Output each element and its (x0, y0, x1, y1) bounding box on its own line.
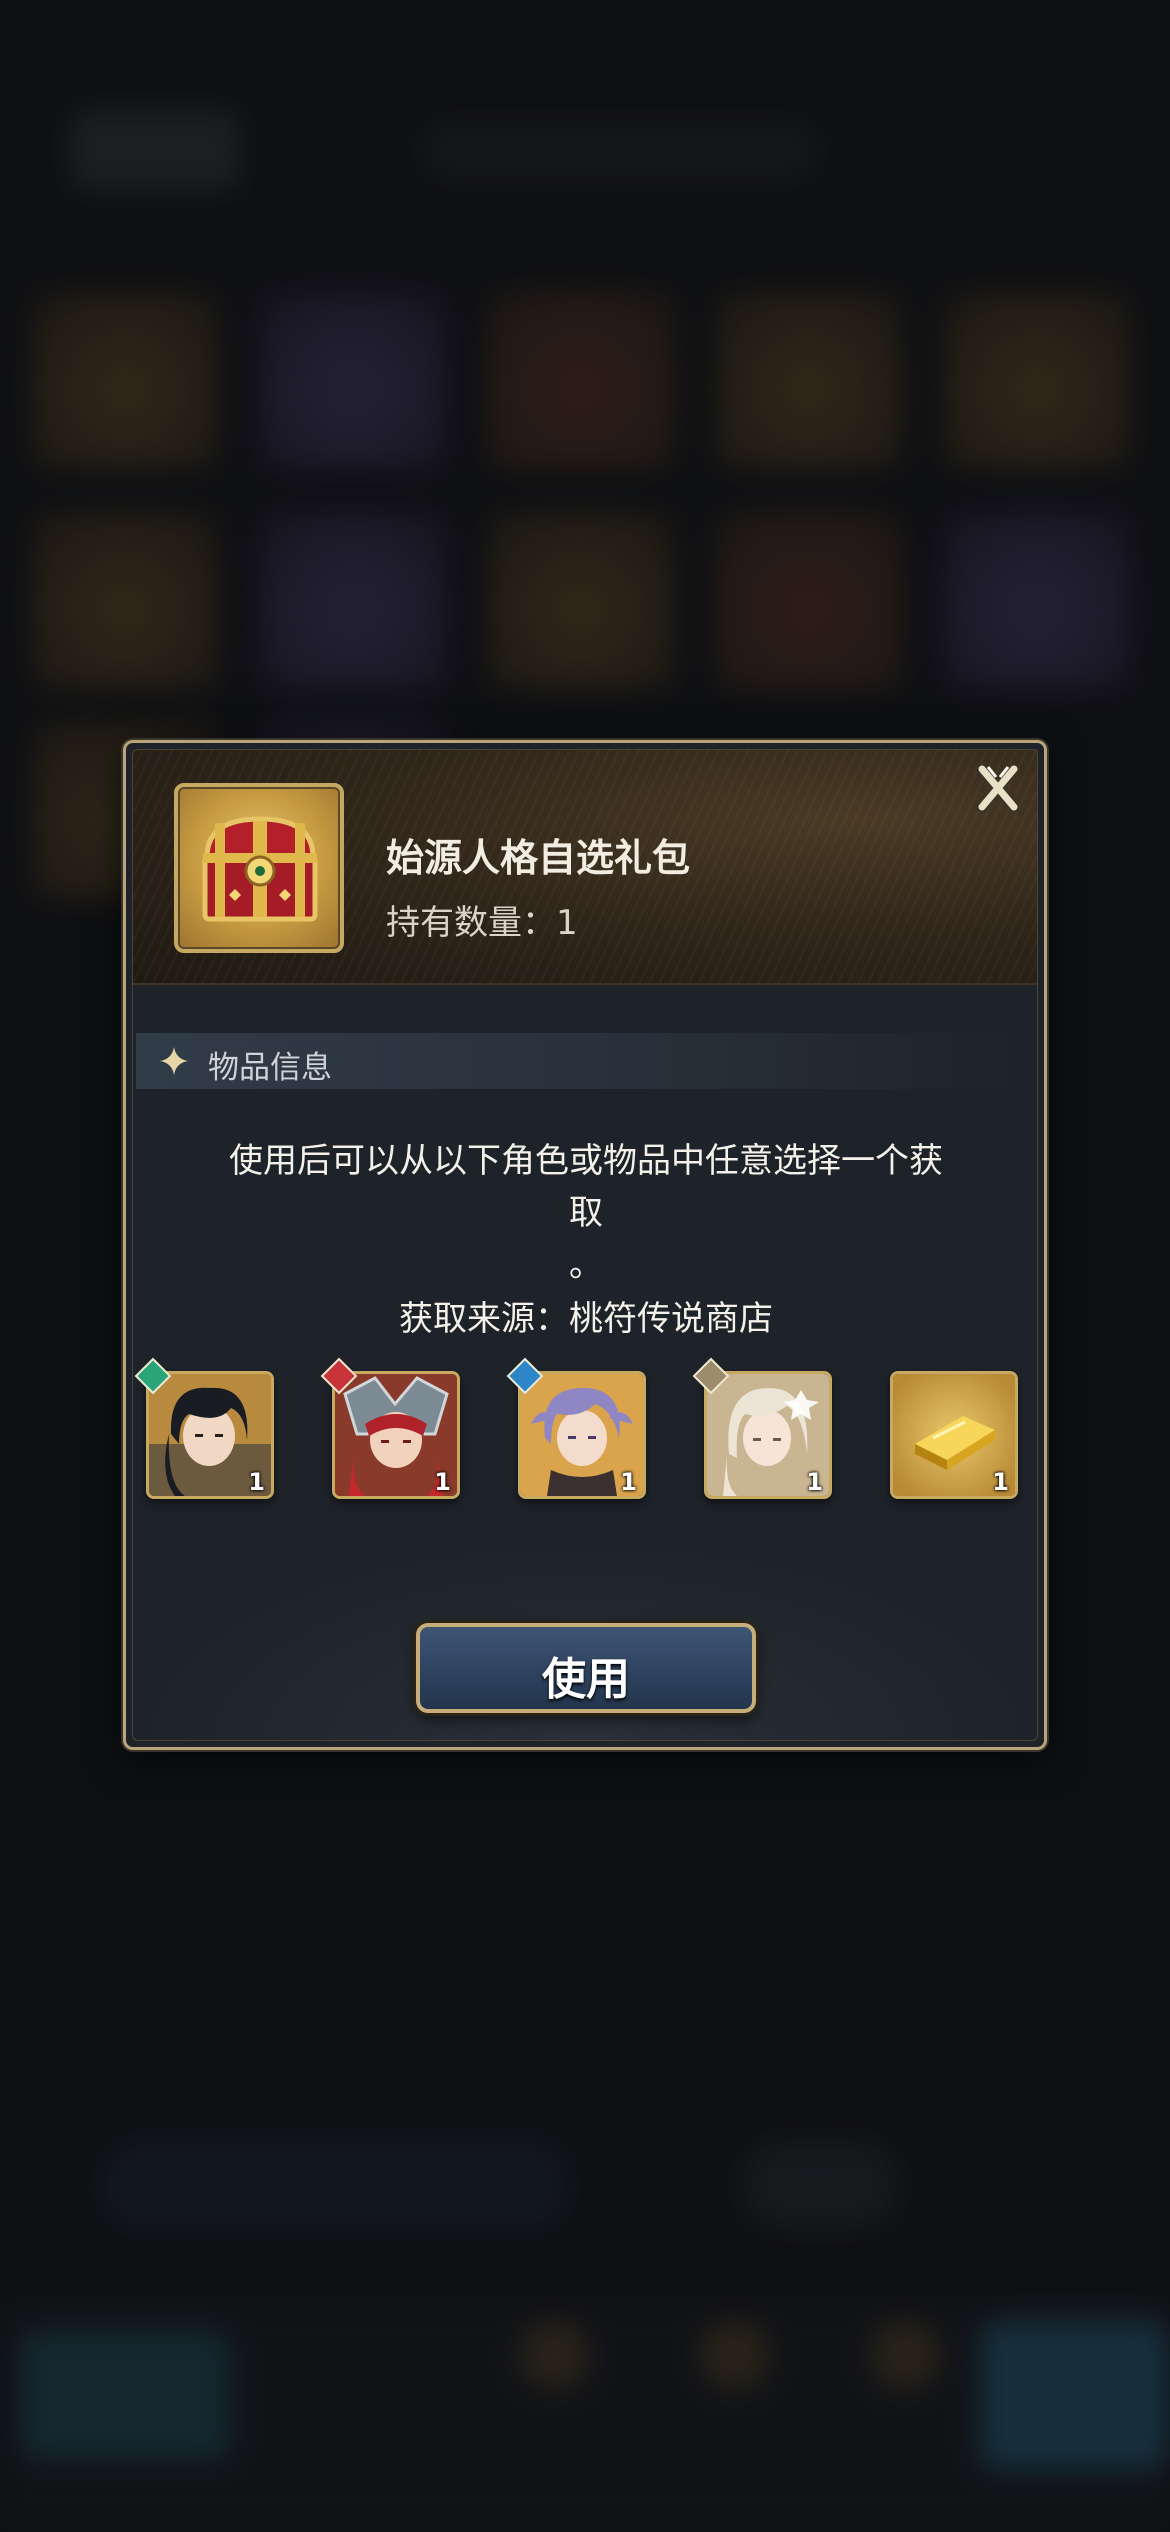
use-button-label: 使用 (542, 1654, 630, 1705)
reward-quantity: 1 (992, 1468, 1009, 1496)
close-button[interactable] (958, 749, 1038, 829)
description-line: 取 (569, 1193, 603, 1233)
item-source: 获取来源：桃符传说商店 (399, 1299, 773, 1339)
reward-option[interactable]: 1 (704, 1371, 832, 1499)
item-description: 使用后可以从以下角色或物品中任意选择一个获 取 。 (166, 1135, 1006, 1291)
reward-option[interactable]: 1 (518, 1371, 646, 1499)
item-info-dialog: 始源人格自选礼包 持有数量：1 物品信息 使用后可以从以下角色或物品中任意选择一… (123, 740, 1047, 1750)
description-line: 使用后可以从以下角色或物品中任意选择一个获 (229, 1141, 943, 1181)
use-button[interactable]: 使用 (416, 1623, 756, 1713)
reward-option[interactable]: 1 (146, 1371, 274, 1499)
section-header: 物品信息 (136, 1033, 1016, 1089)
reward-option[interactable]: 1 (332, 1371, 460, 1499)
reward-quantity: 1 (248, 1468, 265, 1496)
reward-option[interactable]: 1 (890, 1371, 1018, 1499)
reward-quantity: 1 (434, 1468, 451, 1496)
item-name: 始源人格自选礼包 (386, 836, 691, 880)
treasure-chest-icon (174, 783, 344, 953)
reward-quantity: 1 (620, 1468, 637, 1496)
item-count-row: 持有数量：1 (386, 895, 578, 944)
dialog-header: 始源人格自选礼包 持有数量：1 (132, 749, 1038, 985)
reward-options: 1 1 1 1 1 (126, 1357, 1044, 1521)
sparkle-icon (160, 1047, 188, 1075)
item-count-label: 持有数量： (386, 903, 556, 943)
item-count-value: 1 (556, 903, 578, 943)
reward-quantity: 1 (806, 1468, 823, 1496)
description-line: 。 (569, 1245, 603, 1285)
section-title: 物品信息 (208, 1050, 332, 1086)
close-icon[interactable] (958, 749, 1038, 829)
